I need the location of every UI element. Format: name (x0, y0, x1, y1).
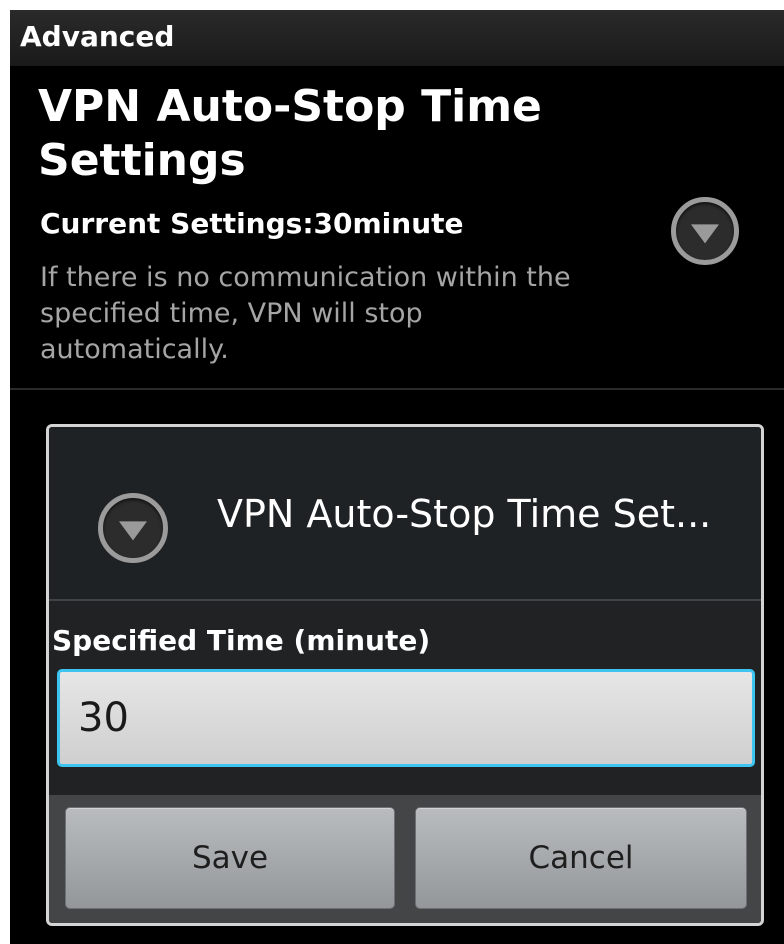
down-triangle-icon (119, 521, 147, 541)
header-title: Advanced (20, 20, 175, 53)
dialog-title: VPN Auto-Stop Time Set... (217, 492, 712, 536)
down-triangle-icon (691, 224, 719, 244)
auto-stop-time-preference[interactable]: VPN Auto-Stop Time Settings Current Sett… (10, 66, 784, 388)
auto-stop-time-dialog: VPN Auto-Stop Time Set... Specified Time… (46, 424, 764, 926)
dialog-dropdown-circle-icon (98, 493, 168, 563)
specified-time-label: Specified Time (minute) (52, 624, 431, 657)
preference-title: VPN Auto-Stop Time Settings (38, 81, 542, 186)
preference-current-settings: Current Settings:30minute (40, 207, 464, 240)
header-bar: Advanced (10, 10, 784, 66)
dialog-title-area: VPN Auto-Stop Time Set... (49, 427, 761, 601)
cancel-button[interactable]: Cancel (415, 807, 747, 909)
list-divider (10, 388, 784, 390)
phone-screen: Advanced VPN Auto-Stop Time Settings Cur… (10, 10, 784, 944)
dialog-button-bar: Save Cancel (49, 795, 761, 923)
save-button[interactable]: Save (65, 807, 395, 909)
dropdown-circle-icon[interactable] (671, 197, 739, 265)
specified-time-input[interactable] (57, 669, 755, 767)
preference-description: If there is no communication within the … (40, 262, 571, 365)
